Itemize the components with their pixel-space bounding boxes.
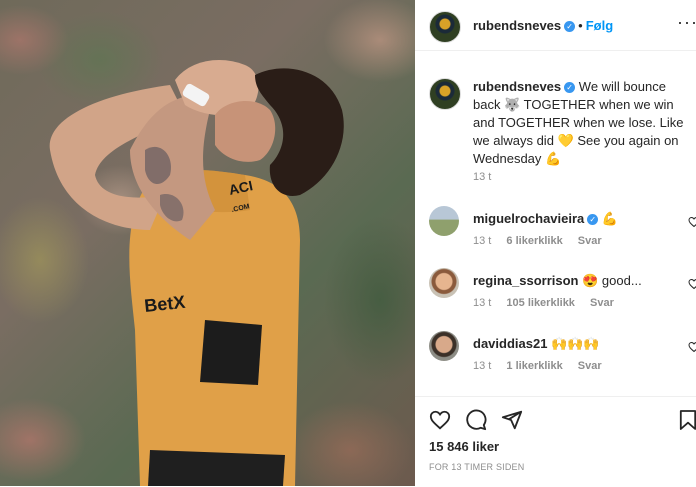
post-time-ago[interactable]: FOR 13 TIMER SIDEN xyxy=(429,462,524,472)
post-header: rubendsneves ✓ • Følg ··· xyxy=(415,0,696,51)
bookmark-icon[interactable] xyxy=(679,409,696,431)
post-photo[interactable]: ACI .COM BetX xyxy=(0,0,415,486)
comment-meta: 13 t 1 likerklikk Svar xyxy=(473,360,614,372)
comment-username[interactable]: daviddias21 xyxy=(473,336,547,351)
follow-button[interactable]: Følg xyxy=(586,18,613,33)
shirt-sponsor-text-3: BetX xyxy=(143,292,186,316)
heart-icon[interactable] xyxy=(688,278,696,290)
caption-timestamp[interactable]: 13 t xyxy=(473,171,491,183)
reply-button[interactable]: Svar xyxy=(578,235,602,247)
verified-badge-icon: ✓ xyxy=(587,214,599,225)
comment-likes[interactable]: 6 likerklikk xyxy=(506,235,562,247)
commenter-avatar[interactable] xyxy=(429,331,459,361)
comment-item: daviddias21 🙌🙌🙌 13 t 1 likerklikk Svar xyxy=(429,331,696,381)
more-options-icon[interactable]: ··· xyxy=(677,12,696,33)
caption-username[interactable]: rubendsneves xyxy=(473,79,561,94)
reply-button[interactable]: Svar xyxy=(590,297,614,309)
comment-icon[interactable] xyxy=(465,409,487,431)
comment-meta: 13 t 6 likerklikk Svar xyxy=(473,235,614,247)
comment-body: miguelrochavieira ✓ 💪 xyxy=(473,211,618,227)
reply-button[interactable]: Svar xyxy=(578,360,602,372)
comment-body: regina_ssorrison 😍 good... xyxy=(473,273,642,289)
comment-text: 🙌🙌🙌 xyxy=(551,336,600,351)
post-actions: 15 846 liker FOR 13 TIMER SIDEN xyxy=(415,396,696,487)
comment-likes[interactable]: 105 likerklikk xyxy=(506,297,575,309)
author-username[interactable]: rubendsneves xyxy=(473,18,561,33)
comment-item: miguelrochavieira ✓ 💪 13 t 6 likerklikk S… xyxy=(429,206,696,256)
commenter-avatar[interactable] xyxy=(429,268,459,298)
heart-icon[interactable] xyxy=(688,341,696,353)
comment-username[interactable]: miguelrochavieira xyxy=(473,211,584,226)
comment-item: regina_ssorrison 😍 good... 13 t 105 like… xyxy=(429,268,696,318)
author-avatar[interactable] xyxy=(429,11,461,43)
comment-body: daviddias21 🙌🙌🙌 xyxy=(473,336,600,352)
comment-likes[interactable]: 1 likerklikk xyxy=(506,360,562,372)
comment-username[interactable]: regina_ssorrison xyxy=(473,273,579,288)
comment-text: 💪 xyxy=(601,211,619,226)
verified-badge-icon: ✓ xyxy=(564,82,576,93)
caption-body: rubendsneves ✓ We will bounce back 🐺 TOGE… xyxy=(473,78,696,168)
comment-time[interactable]: 13 t xyxy=(473,235,491,247)
separator-dot: • xyxy=(578,18,583,33)
comment-meta: 13 t 105 likerklikk Svar xyxy=(473,297,626,309)
heart-icon[interactable] xyxy=(429,409,451,431)
caption-avatar[interactable] xyxy=(429,78,461,110)
commenter-avatar[interactable] xyxy=(429,206,459,236)
player-illustration: ACI .COM BetX xyxy=(49,60,344,486)
likes-count[interactable]: 15 846 liker xyxy=(429,439,499,454)
comment-time[interactable]: 13 t xyxy=(473,297,491,309)
share-icon[interactable] xyxy=(501,409,523,431)
post-details-pane: rubendsneves ✓ • Følg ··· rubendsneves ✓ We … xyxy=(415,0,696,486)
heart-icon[interactable] xyxy=(688,216,696,228)
verified-badge-icon: ✓ xyxy=(564,21,576,32)
comment-text: 😍 good... xyxy=(582,273,642,288)
header-user-line: rubendsneves ✓ • Følg xyxy=(473,17,613,35)
comment-time[interactable]: 13 t xyxy=(473,360,491,372)
